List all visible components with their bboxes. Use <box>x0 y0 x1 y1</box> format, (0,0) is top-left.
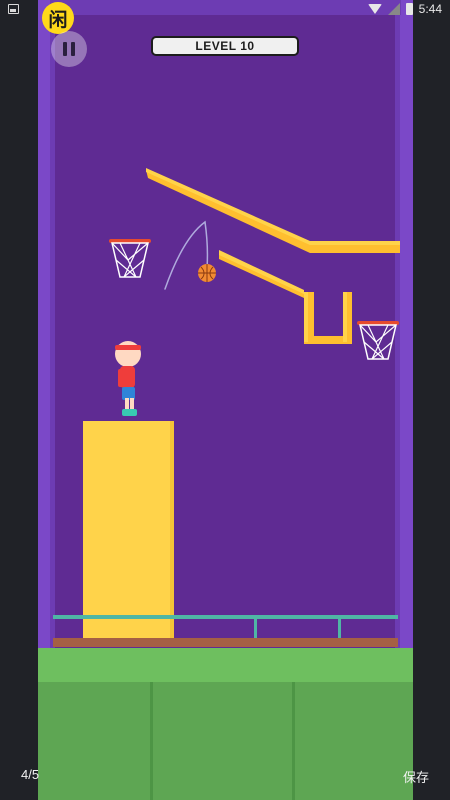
photo-icon <box>8 4 19 14</box>
app-logo-glyph: 闲 <box>48 9 68 31</box>
player-platform <box>83 421 174 647</box>
pause-button[interactable] <box>51 31 87 67</box>
battery-icon <box>405 3 413 15</box>
right-margin <box>413 0 450 800</box>
lower-ramp <box>219 250 304 298</box>
basketball[interactable] <box>198 264 216 282</box>
status-time: 5:44 <box>418 2 442 16</box>
right-wall <box>400 0 413 648</box>
pause-icon <box>63 42 67 56</box>
left-margin <box>0 0 38 800</box>
save-button[interactable]: 保存 <box>403 767 429 786</box>
game-scene <box>38 0 413 800</box>
right-hoop <box>357 321 399 360</box>
upper-ramp <box>146 168 400 253</box>
status-icons: 5:44 <box>367 2 442 16</box>
game-canvas[interactable] <box>38 0 413 800</box>
court-floor <box>38 648 413 800</box>
level-label: LEVEL 10 <box>195 39 255 53</box>
level-indicator: LEVEL 10 <box>151 36 299 56</box>
u-chute <box>304 292 352 344</box>
no-signal-icon <box>387 3 400 15</box>
left-wall <box>38 0 50 648</box>
left-hoop <box>109 239 151 278</box>
image-counter: 4/5 <box>21 767 40 782</box>
wifi-icon <box>367 4 382 14</box>
app-logo[interactable]: 闲 <box>42 2 74 34</box>
player-character <box>115 341 141 416</box>
